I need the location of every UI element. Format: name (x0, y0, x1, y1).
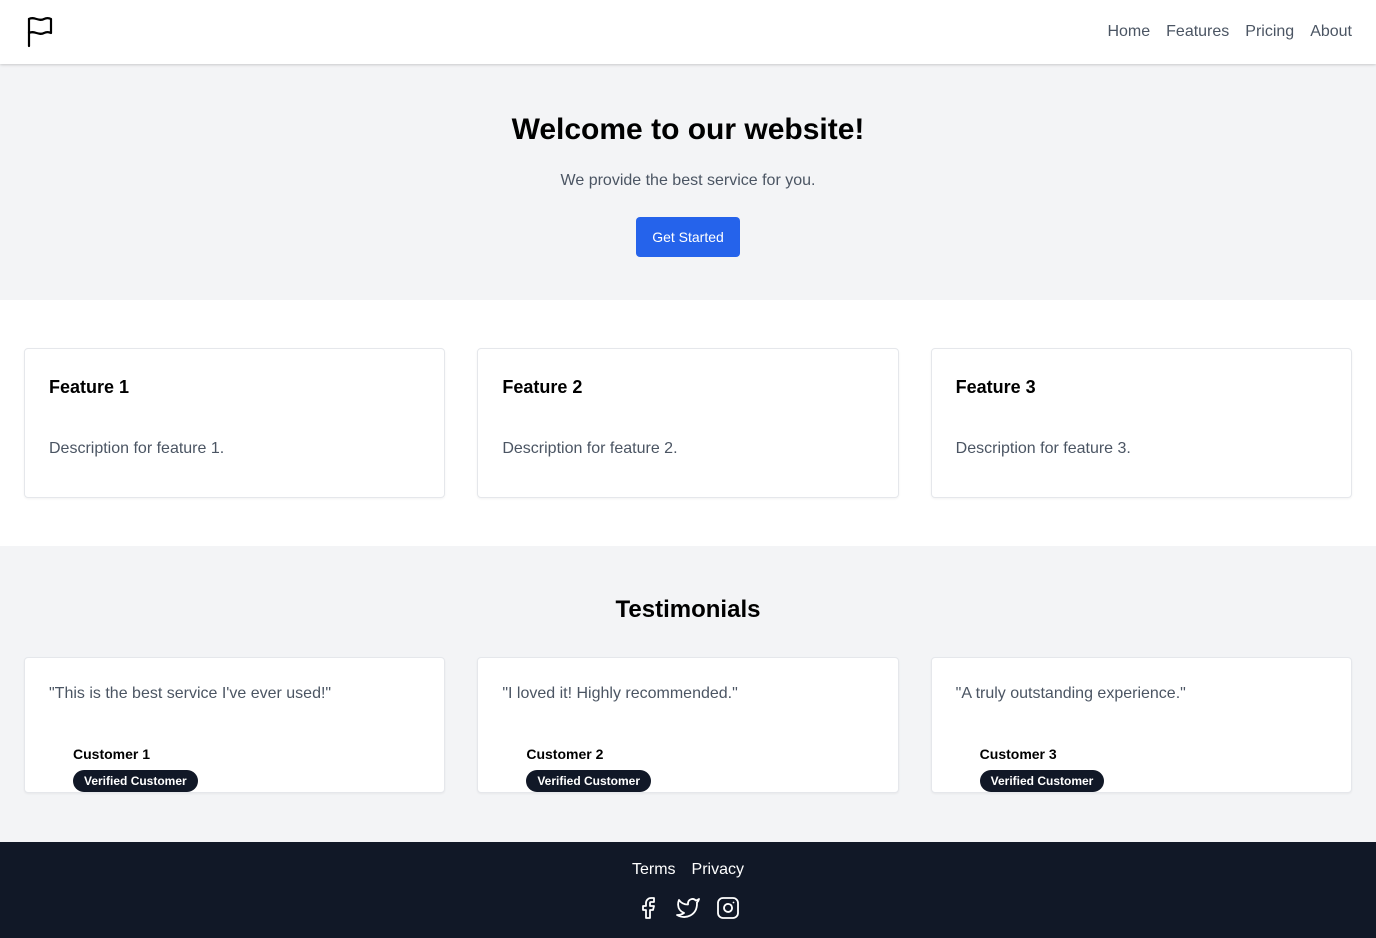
testimonial-card: "A truly outstanding experience." Custom… (930, 657, 1352, 793)
footer-link-privacy[interactable]: Privacy (692, 860, 744, 880)
testimonial-quote: "I loved it! Highly recommended." (502, 685, 738, 702)
testimonials-heading: Testimonials (615, 596, 761, 623)
footer-links: Terms Privacy (0, 860, 1376, 880)
feature-title: Feature 3 (955, 377, 1036, 397)
main-nav: Home Features Pricing About (1107, 0, 1352, 64)
verified-badge: Verified Customer (979, 770, 1105, 792)
site-header: Home Features Pricing About (0, 0, 1376, 64)
verified-badge: Verified Customer (73, 770, 198, 792)
customer-name: Customer 1 (73, 746, 151, 762)
testimonial-quote: "This is the best service I've ever used… (49, 685, 332, 702)
nav-link-home[interactable]: Home (1107, 23, 1150, 41)
facebook-icon[interactable] (636, 896, 660, 920)
customer-name: Customer 3 (979, 746, 1057, 762)
hero-subtitle: We provide the best service for you. (560, 172, 816, 189)
feature-card: Feature 3 Description for feature 3. (930, 348, 1352, 498)
features-section: Feature 1 Description for feature 1. Fea… (0, 300, 1376, 546)
footer-link-terms[interactable]: Terms (632, 860, 676, 880)
hero-title: Welcome to our website! (511, 113, 865, 146)
feature-description: Description for feature 2. (502, 440, 678, 457)
site-footer: Terms Privacy (0, 842, 1376, 938)
instagram-icon[interactable] (716, 896, 740, 920)
customer-name: Customer 2 (526, 746, 604, 762)
nav-link-about[interactable]: About (1310, 23, 1352, 41)
feature-title: Feature 2 (502, 377, 583, 397)
feature-card: Feature 2 Description for feature 2. (477, 348, 899, 498)
twitter-icon[interactable] (676, 896, 700, 920)
nav-link-pricing[interactable]: Pricing (1245, 23, 1294, 41)
get-started-button[interactable]: Get Started (636, 217, 740, 257)
testimonial-quote: "A truly outstanding experience." (955, 685, 1186, 702)
testimonials-section: Testimonials "This is the best service I… (0, 546, 1376, 842)
testimonials-list: "This is the best service I've ever used… (0, 657, 1376, 793)
hero-section: Welcome to our website! We provide the b… (0, 64, 1376, 300)
feature-description: Description for feature 1. (49, 440, 225, 457)
feature-description: Description for feature 3. (955, 440, 1131, 457)
testimonial-card: "I loved it! Highly recommended." Custom… (477, 657, 899, 793)
flag-icon[interactable] (26, 16, 54, 48)
social-links (0, 896, 1376, 920)
testimonial-card: "This is the best service I've ever used… (24, 657, 446, 793)
nav-link-features[interactable]: Features (1166, 23, 1229, 41)
feature-title: Feature 1 (49, 377, 130, 397)
feature-card: Feature 1 Description for feature 1. (24, 348, 446, 498)
verified-badge: Verified Customer (526, 770, 652, 792)
